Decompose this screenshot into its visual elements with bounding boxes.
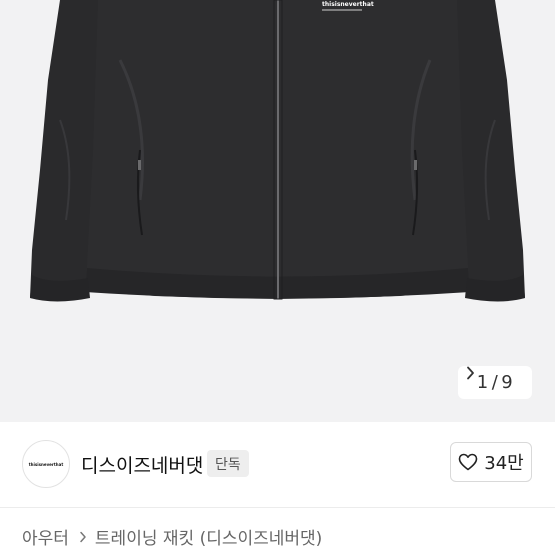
heart-outline-icon [458, 453, 478, 471]
breadcrumb-category[interactable]: 아우터 [22, 524, 69, 549]
product-image-gallery[interactable]: thisisneverthat 1 / 9 [0, 0, 555, 422]
image-counter-total: 9 [501, 372, 514, 393]
image-counter-separator: / [491, 372, 499, 393]
like-count: 34만 [484, 453, 524, 474]
exclusive-badge: 단독 [207, 450, 249, 477]
chevron-right-icon [467, 366, 474, 380]
brand-name[interactable]: 디스이즈네버댓 [81, 451, 203, 478]
image-counter-current: 1 [476, 372, 489, 393]
brand-row: thisisneverthat 디스이즈네버댓 단독 34만 [0, 422, 555, 508]
like-button[interactable]: 34만 [450, 442, 532, 482]
breadcrumb: 아우터 트레이닝 재킷 (디스이즈네버댓) [22, 524, 322, 549]
brand-logo[interactable]: thisisneverthat [22, 440, 70, 488]
breadcrumb-product[interactable]: 트레이닝 재킷 (디스이즈네버댓) [95, 524, 322, 549]
brand-logo-text: thisisneverthat [28, 461, 64, 467]
product-logo-text: thisisneverthat [322, 1, 374, 8]
chevron-right-icon [80, 531, 86, 542]
product-image: thisisneverthat [30, 0, 525, 302]
image-counter[interactable]: 1 / 9 [458, 366, 532, 399]
